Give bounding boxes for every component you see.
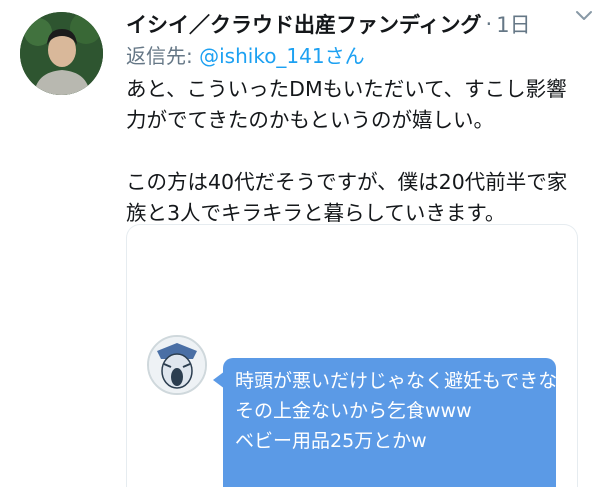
reply-handle-link[interactable]: @ishiko_141さん (199, 44, 365, 68)
author-avatar[interactable] (20, 12, 103, 95)
author-avatar-image (20, 12, 103, 95)
dm-message-bubble: 時頭が悪いだけじゃなく避妊もできない猿🐒www その上金ないから乞食www ベビ… (223, 358, 577, 487)
tweet-text: あと、こういったDMもいただいて、すこし影響力がでてきたのかもというのが嬉しい。… (126, 77, 568, 225)
dm-sender-avatar (147, 335, 207, 395)
dm-sender-avatar-image (149, 337, 205, 393)
reply-to-line: 返信先: @ishiko_141さん (126, 40, 365, 69)
dm-message-line: その上金ないから乞食www (235, 400, 472, 422)
attached-dm-screenshot[interactable]: 時頭が悪いだけじゃなく避妊もできない猿🐒www その上金ないから乞食www ベビ… (126, 224, 578, 487)
tweet-timestamp[interactable]: 1日 (496, 9, 530, 39)
chevron-down-icon[interactable] (574, 8, 594, 24)
reply-prefix: 返信先: (126, 44, 200, 68)
dm-message-line: ベビー用品25万とかw (235, 430, 427, 452)
author-display-name[interactable]: イシイ／クラウド出産ファンディング (126, 9, 482, 39)
separator-dot: · (485, 12, 493, 36)
dm-message-line: 時頭が悪いだけじゃなく避妊もできない猿🐒www (235, 370, 577, 392)
tweet-header: イシイ／クラウド出産ファンディング · 1日 (126, 8, 580, 40)
